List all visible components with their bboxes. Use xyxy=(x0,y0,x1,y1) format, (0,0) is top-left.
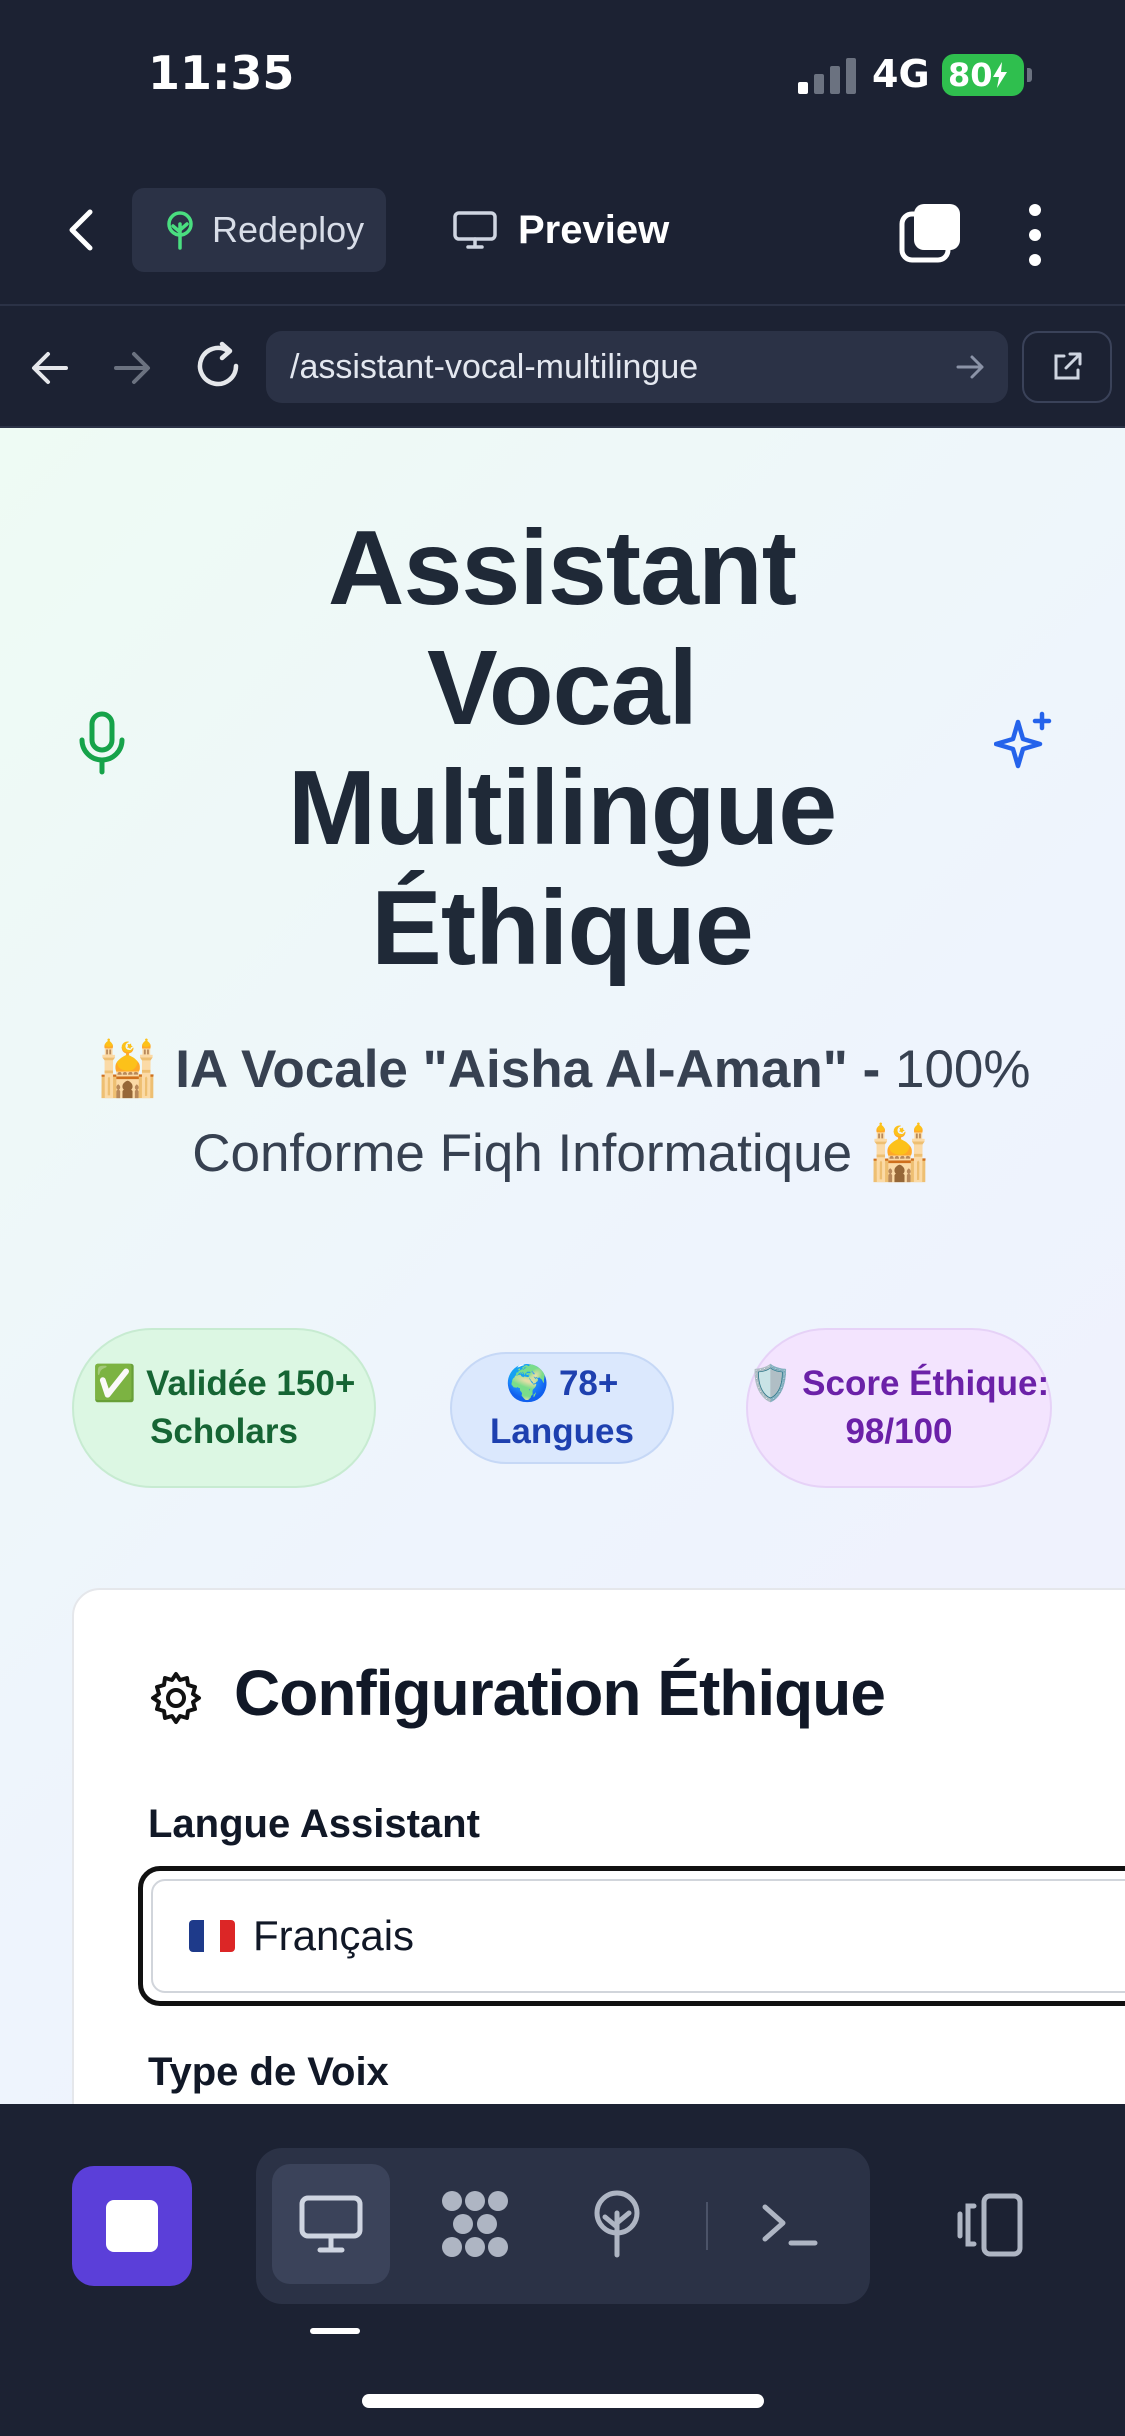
sparkles-icon xyxy=(994,711,1052,769)
check-emoji: ✅ xyxy=(92,1364,137,1403)
page-subtitle: 🕌 IA Vocale "Aisha Al-Aman" - 100% Confo… xyxy=(70,1028,1055,1196)
stop-square-icon xyxy=(106,2200,158,2252)
microphone-icon xyxy=(79,711,125,775)
arrow-right-icon[interactable] xyxy=(110,346,154,390)
score-badge: 🛡️ Score Éthique: 98/100 xyxy=(746,1328,1052,1488)
monitor-icon xyxy=(453,211,497,249)
url-text: /assistant-vocal-multilingue xyxy=(290,347,699,386)
more-vertical-icon[interactable] xyxy=(1020,200,1050,270)
shield-emoji: 🛡️ xyxy=(748,1364,793,1403)
scholars-badge: ✅ Validée 150+ Scholars xyxy=(72,1328,376,1488)
redeploy-button[interactable]: Redeploy xyxy=(132,188,386,272)
dock-preview-tab[interactable] xyxy=(272,2164,390,2284)
france-flag-icon xyxy=(189,1920,235,1952)
status-bar: 11:35 4G 80 xyxy=(0,0,1125,150)
mosque-emoji: 🕌 xyxy=(94,1040,161,1099)
title-line: Vocal xyxy=(427,629,698,747)
language-label: Langue Assistant xyxy=(148,1802,480,1846)
deploy-tree-icon xyxy=(594,2190,640,2258)
reload-icon[interactable] xyxy=(192,340,244,392)
preview-tab[interactable]: Preview xyxy=(452,188,669,272)
scholars-badge-text: Validée 150+ Scholars xyxy=(146,1364,356,1451)
app-toolbar: Redeploy Preview xyxy=(0,150,1125,306)
status-time: 11:35 xyxy=(148,46,295,100)
stop-button[interactable] xyxy=(72,2166,192,2286)
title-line: Assistant xyxy=(327,509,797,627)
active-tab-indicator xyxy=(310,2328,360,2334)
mosque-emoji: 🕌 xyxy=(866,1124,933,1183)
battery-level: 80 xyxy=(948,56,993,94)
monitor-icon xyxy=(299,2195,363,2253)
globe-emoji: 🌍 xyxy=(505,1364,550,1403)
deploy-tree-icon xyxy=(167,211,193,250)
language-select[interactable]: Français xyxy=(138,1866,1125,2006)
gear-icon xyxy=(151,1672,201,1724)
battery-indicator: 80 xyxy=(942,54,1032,96)
preview-label: Preview xyxy=(518,207,670,252)
preview-content: Assistant Vocal Multilingue Éthique 🕌 IA… xyxy=(0,428,1125,2104)
arrow-left-icon[interactable] xyxy=(28,346,72,390)
back-chevron-icon[interactable] xyxy=(62,208,102,252)
open-external-button[interactable] xyxy=(1022,331,1112,403)
terminal-icon xyxy=(762,2204,818,2246)
nodes-icon xyxy=(442,2191,508,2257)
dock-tab-group xyxy=(256,2148,870,2304)
home-indicator xyxy=(362,2394,764,2408)
dock-separator xyxy=(706,2202,708,2250)
languages-badge: 🌍 78+ Langues xyxy=(450,1352,674,1464)
subtitle-bold: IA Vocale "Aisha Al-Aman" - xyxy=(175,1040,881,1099)
dock-workspace-tab[interactable] xyxy=(416,2164,534,2284)
score-badge-text: Score Éthique: 98/100 xyxy=(802,1364,1050,1451)
charging-icon xyxy=(992,62,1007,88)
bottom-dock xyxy=(0,2104,1125,2436)
tabs-icon[interactable] xyxy=(898,202,962,266)
title-line: Multilingue xyxy=(287,749,837,867)
redeploy-label: Redeploy xyxy=(212,209,365,250)
network-type: 4G xyxy=(872,52,930,96)
card-title: Configuration Éthique xyxy=(234,1657,886,1729)
device-toggle-icon[interactable] xyxy=(954,2192,1026,2258)
url-bar: /assistant-vocal-multilingue xyxy=(0,306,1125,428)
external-link-icon xyxy=(1054,352,1082,380)
title-line: Éthique xyxy=(371,869,754,987)
go-arrow-icon[interactable] xyxy=(954,351,986,383)
url-input[interactable]: /assistant-vocal-multilingue xyxy=(266,331,1008,403)
configuration-card: Configuration Éthique Langue Assistant F… xyxy=(72,1588,1125,2104)
signal-icon xyxy=(798,58,856,94)
voice-label: Type de Voix xyxy=(148,2050,389,2094)
dock-deploy-tab[interactable] xyxy=(558,2164,676,2284)
language-value: Français xyxy=(253,1912,415,1959)
page-title: Assistant Vocal Multilingue Éthique xyxy=(160,508,964,988)
dock-terminal-tab[interactable] xyxy=(730,2164,848,2284)
